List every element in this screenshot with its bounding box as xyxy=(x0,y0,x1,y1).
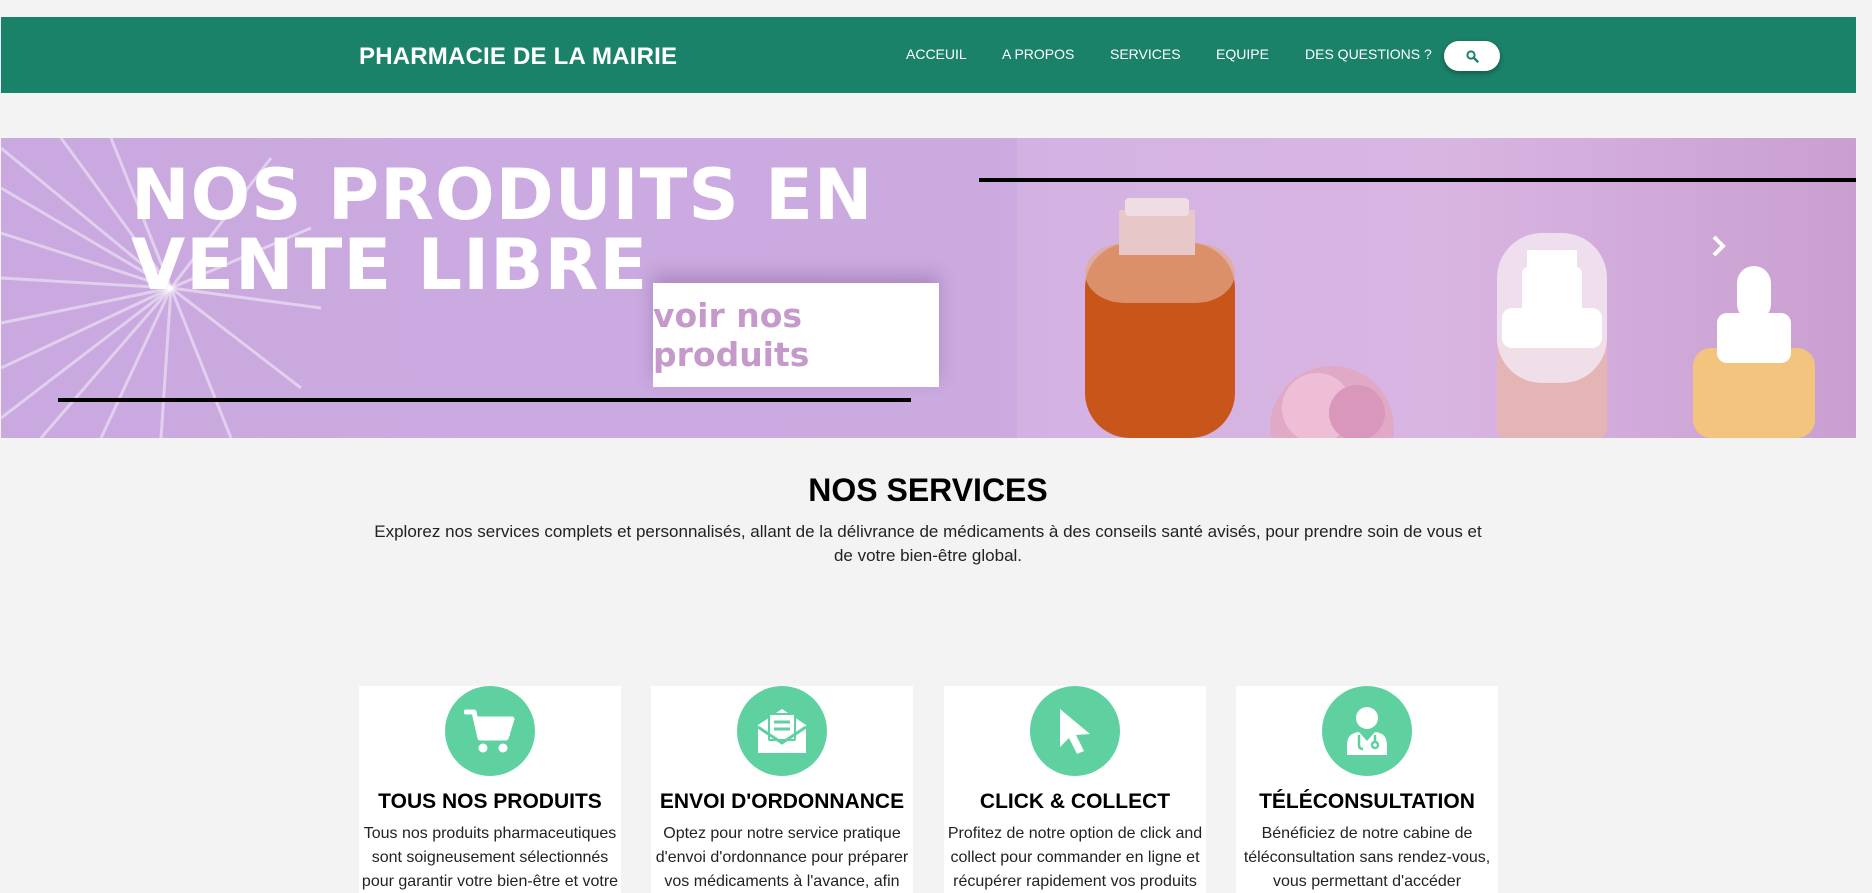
shopping-cart-icon xyxy=(464,709,515,753)
carousel-next-button[interactable] xyxy=(1704,226,1734,266)
hero-banner: NOS PRODUITS EN VENTE LIBRE voir nos pro… xyxy=(1,138,1856,438)
nav-link-a-propos[interactable]: A PROPOS xyxy=(1002,46,1074,62)
hero-title-line-1: NOS PRODUITS EN xyxy=(131,154,874,236)
nav-link-services[interactable]: SERVICES xyxy=(1110,46,1181,62)
main-nav: ACCEUIL A PROPOS SERVICES EQUIPE DES QUE… xyxy=(1,46,1856,66)
search-button[interactable] xyxy=(1444,41,1500,71)
hero-divider-top xyxy=(979,178,1856,182)
hero-title: NOS PRODUITS EN VENTE LIBRE xyxy=(131,160,874,300)
service-card-teleconsultation[interactable]: TÉLÉCONSULTATION Bénéficiez de notre cab… xyxy=(1236,686,1498,893)
service-card-title: CLICK & COLLECT xyxy=(979,790,1171,813)
service-card-text: Profitez de notre option de click and co… xyxy=(947,825,1203,890)
navbar: PHARMACIE DE LA MAIRIE ACCEUIL A PROPOS … xyxy=(1,17,1856,93)
nav-link-accueil[interactable]: ACCEUIL xyxy=(906,46,967,62)
search-icon xyxy=(1465,49,1479,63)
service-card-title: TÉLÉCONSULTATION xyxy=(1259,790,1475,813)
cursor-pointer-icon xyxy=(1060,709,1090,754)
service-icon-circle xyxy=(1030,686,1120,776)
service-card-prescription[interactable]: ENVOI D'ORDONNANCE Optez pour notre serv… xyxy=(651,686,913,893)
doctor-icon xyxy=(1347,707,1387,755)
product-bottles-illustration xyxy=(1085,198,1815,438)
chevron-right-icon xyxy=(1712,235,1726,257)
envelope-document-icon xyxy=(757,709,807,753)
service-card-text: Tous nos produits pharmaceutiques sont s… xyxy=(361,825,619,890)
service-card-products[interactable]: TOUS NOS PRODUITS Tous nos produits phar… xyxy=(359,686,621,893)
service-card-title: TOUS NOS PRODUITS xyxy=(378,790,602,813)
nav-link-equipe[interactable]: EQUIPE xyxy=(1216,46,1269,62)
service-card-text: Optez pour notre service pratique d'envo… xyxy=(655,825,909,890)
services-title: NOS SERVICES xyxy=(808,472,1048,508)
service-icon-circle xyxy=(737,686,827,776)
service-icon-circle xyxy=(1322,686,1412,776)
service-card-text: Bénéficiez de notre cabine de téléconsul… xyxy=(1243,825,1491,890)
service-icon-circle xyxy=(445,686,535,776)
service-card-click-collect[interactable]: CLICK & COLLECT Profitez de notre option… xyxy=(944,686,1206,893)
view-products-button[interactable]: voir nos produits xyxy=(653,283,939,387)
nav-link-questions[interactable]: DES QUESTIONS ? xyxy=(1305,46,1432,62)
services-description: Explorez nos services complets et person… xyxy=(374,522,1482,565)
hero-divider-bottom xyxy=(58,398,911,402)
service-card-title: ENVOI D'ORDONNANCE xyxy=(659,790,905,813)
